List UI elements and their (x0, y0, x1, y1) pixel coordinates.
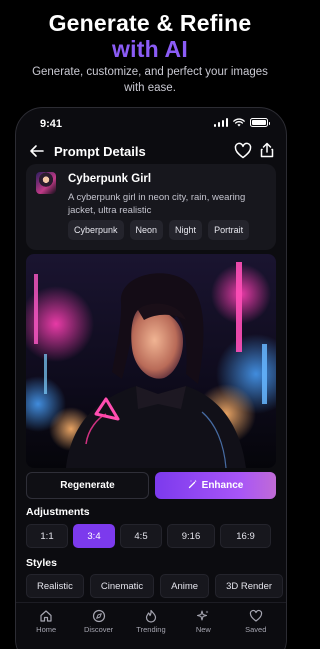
tab-saved[interactable]: Saved (231, 603, 281, 648)
bottom-tab-bar: Home Discover Trending New Saved (16, 602, 286, 648)
compass-icon (92, 609, 105, 623)
tag-chip[interactable]: Neon (129, 220, 164, 240)
wifi-icon (233, 118, 245, 127)
signal-icon (213, 118, 228, 127)
tag-chip[interactable]: Portrait (208, 220, 250, 240)
ratio-option-1-1[interactable]: 1:1 (26, 524, 68, 548)
action-buttons: Regenerate Enhance (26, 472, 276, 500)
battery-icon (250, 118, 270, 127)
prompt-description: A cyberpunk girl in neon city, rain, wea… (68, 192, 246, 216)
promo-subtitle: Generate, customize, and perfect your im… (32, 66, 268, 94)
promo-title-line1: Generate & Refine (48, 10, 252, 36)
enhance-label: Enhance (201, 480, 244, 491)
ratio-option-9-16[interactable]: 9:16 (167, 524, 215, 548)
generated-image[interactable] (26, 254, 276, 468)
styles-label: Styles (26, 557, 57, 569)
tab-new[interactable]: New (178, 603, 228, 648)
tab-label: Trending (136, 625, 166, 634)
ratio-option-16-9[interactable]: 16:9 (220, 524, 271, 548)
home-icon (40, 610, 52, 622)
magic-wand-icon (188, 480, 197, 489)
phone-frame: 9:41 Prompt Details Cyberpunk Girl A cyb… (15, 107, 287, 649)
tab-label: Saved (245, 625, 267, 634)
tab-label: Home (36, 625, 57, 634)
heart-icon (249, 609, 262, 622)
page-title: Prompt Details (54, 144, 146, 159)
tab-trending[interactable]: Trending (126, 603, 176, 648)
tab-label: New (195, 625, 211, 634)
promo-title: Generate & Refine with AI (0, 10, 300, 62)
aspect-ratio-selector: 1:1 3:4 4:5 9:16 16:9 (26, 524, 276, 548)
generated-image-art (26, 254, 276, 468)
tab-discover[interactable]: Discover (74, 603, 124, 648)
flame-icon (145, 609, 157, 623)
style-selector: Realistic Cinematic Anime 3D Render (26, 574, 286, 598)
regenerate-button[interactable]: Regenerate (26, 472, 149, 499)
style-chip-cinematic[interactable]: Cinematic (89, 574, 155, 598)
style-chip-realistic[interactable]: Realistic (26, 574, 84, 598)
enhance-button[interactable]: Enhance (155, 472, 276, 499)
status-icons (213, 118, 270, 127)
prompt-tags: Cyberpunk Neon Night Portrait (68, 220, 250, 240)
ratio-option-3-4[interactable]: 3:4 (73, 524, 115, 548)
prompt-title: Cyberpunk Girl (68, 173, 152, 185)
adjustments-label: Adjustments (26, 506, 90, 518)
share-icon[interactable] (258, 141, 276, 159)
promo-title-accent: with AI (112, 36, 188, 62)
style-chip-anime[interactable]: Anime (160, 574, 210, 598)
status-bar: 9:41 (16, 108, 286, 140)
back-arrow-icon[interactable] (28, 142, 46, 160)
prompt-card: Cyberpunk Girl A cyberpunk girl in neon … (26, 164, 276, 250)
style-chip-3d-render[interactable]: 3D Render (215, 574, 284, 598)
favorite-heart-icon[interactable] (234, 142, 252, 160)
tag-chip[interactable]: Night (169, 220, 203, 240)
tab-label: Discover (83, 625, 114, 634)
tag-chip[interactable]: Cyberpunk (68, 220, 124, 240)
tab-home[interactable]: Home (21, 603, 71, 648)
prompt-thumbnail (36, 172, 56, 194)
sparkle-icon (197, 610, 209, 621)
status-time: 9:41 (40, 118, 63, 130)
ratio-option-4-5[interactable]: 4:5 (120, 524, 162, 548)
